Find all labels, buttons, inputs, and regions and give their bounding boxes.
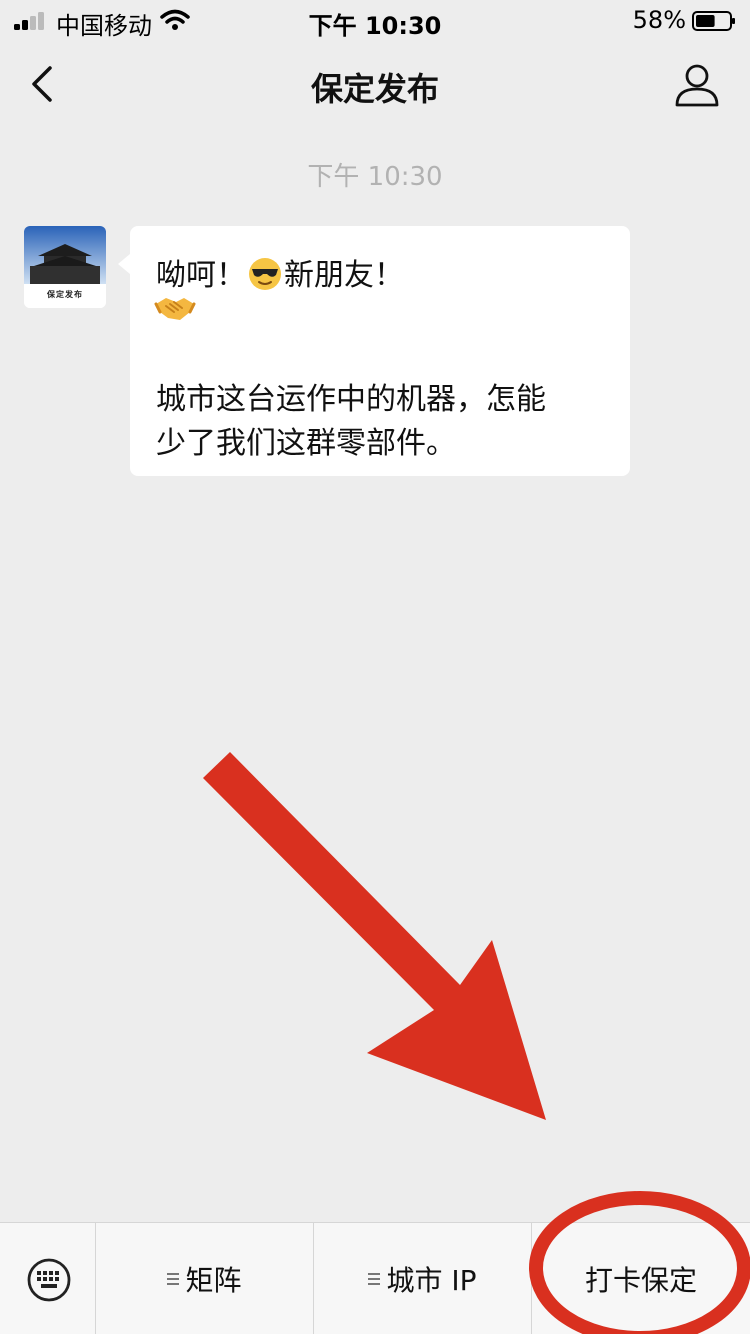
battery-icon — [692, 11, 735, 31]
message-greeting-line: 呦呵！ 新朋友！ — [156, 250, 404, 294]
menu-item-checkin-label: 打卡保定 — [584, 1264, 697, 1297]
menu-list-icon — [167, 1270, 180, 1288]
avatar-caption: 保定发布 — [47, 290, 83, 299]
battery-percent: 58% — [632, 6, 686, 34]
account-avatar[interactable]: 保定发布 — [24, 226, 106, 308]
red-arrow-annotation — [203, 752, 546, 1120]
message-body-line-2: 少了我们这群零部件。 — [156, 426, 456, 461]
profile-icon[interactable] — [674, 62, 720, 108]
greeting-suffix: 新朋友！ — [284, 258, 404, 293]
sunglasses-emoji-icon — [249, 258, 281, 290]
menu-item-city-ip[interactable]: 城市 IP — [314, 1223, 532, 1334]
greeting-prefix: 呦呵！ — [156, 258, 246, 293]
menu-item-city-ip-label: 城市 IP — [386, 1264, 477, 1297]
bottom-menu-bar: 矩阵 城市 IP 打卡保定 — [0, 1222, 750, 1334]
chat-timestamp: 下午 10:30 — [307, 162, 443, 192]
menu-item-checkin-baoding[interactable]: 打卡保定 — [532, 1223, 750, 1334]
message-body-line-1: 城市这台运作中的机器，怎能 — [156, 382, 546, 417]
menu-list-icon — [368, 1270, 381, 1288]
nav-bar: 保定发布 — [0, 42, 750, 130]
page-title: 保定发布 — [310, 70, 439, 108]
message-bubble[interactable]: 呦呵！ 新朋友！ 城市这台运作中的机器，怎能 少了我们这群零部件。 — [118, 226, 630, 476]
keyboard-icon — [27, 1258, 71, 1302]
menu-item-matrix[interactable]: 矩阵 — [96, 1223, 314, 1334]
status-bar: 中国移动 下午 10:30 58% — [0, 0, 750, 42]
keyboard-toggle-button[interactable] — [0, 1223, 96, 1334]
handshake-emoji-icon — [154, 298, 196, 320]
red-circle-annotation — [529, 1191, 750, 1334]
chat-screen: 中国移动 下午 10:30 58% 保定发布 下午 10:30 保定发布 呦呵！… — [0, 0, 750, 1334]
menu-item-matrix-label: 矩阵 — [185, 1264, 242, 1297]
